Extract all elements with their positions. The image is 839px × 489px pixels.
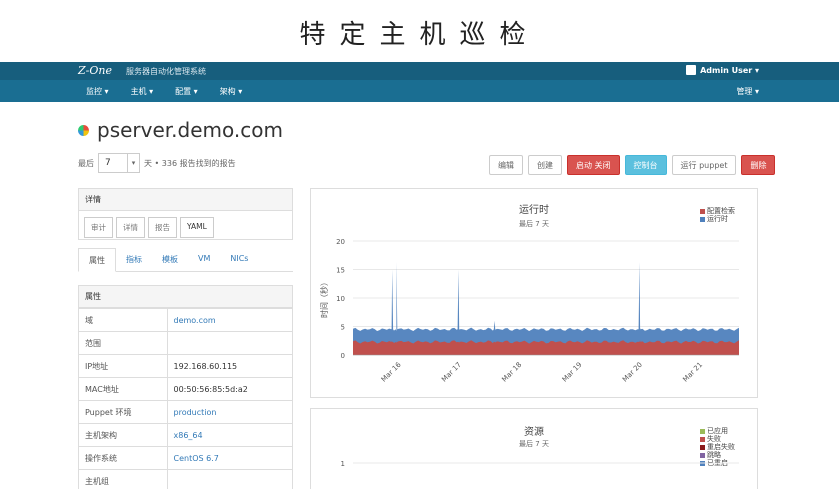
chevron-down-icon[interactable]: ▾ bbox=[128, 153, 140, 173]
resources-chart: 1 bbox=[341, 460, 739, 468]
slide-title: 特定主机巡检 bbox=[299, 20, 540, 50]
nav-monitor[interactable]: 监控 ▾ bbox=[86, 86, 109, 97]
app-name: 服务器自动化管理系统 bbox=[126, 67, 206, 76]
y-tick-label: 5 bbox=[341, 324, 345, 332]
x-tick-label: Mar 21 bbox=[681, 361, 704, 384]
power-button[interactable]: 启动 关闭 bbox=[567, 155, 620, 175]
table-row: 操作系统 CentOS 6.7 bbox=[79, 446, 292, 470]
user-name: Admin User ▾ bbox=[700, 65, 759, 75]
app-logo[interactable]: Z-One bbox=[78, 64, 112, 77]
y-tick-label: 10 bbox=[336, 295, 345, 303]
y-tick-label: 20 bbox=[336, 238, 345, 246]
nav-hosts[interactable]: 主机 ▾ bbox=[131, 86, 154, 97]
property-value bbox=[167, 331, 292, 355]
period-selector: 最后 7 ▾ 天 • 336 报告找到的报告 bbox=[78, 153, 236, 173]
table-row: 范围 bbox=[79, 331, 292, 355]
console-button[interactable]: 控制台 bbox=[624, 155, 667, 175]
x-tick-label: Mar 19 bbox=[561, 361, 584, 384]
user-menu[interactable]: Admin User ▾ bbox=[686, 65, 759, 75]
host-actions: 编辑 创建 启动 关闭 控制台 运行 puppet 删除 bbox=[489, 155, 776, 175]
properties-title: 属性 bbox=[79, 286, 292, 308]
x-tick-label: Mar 17 bbox=[440, 361, 463, 384]
y-tick-label: 1 bbox=[341, 460, 345, 468]
property-key: 操作系统 bbox=[79, 446, 168, 470]
delete-button[interactable]: 删除 bbox=[741, 155, 776, 175]
table-row: IP地址 192.168.60.115 bbox=[79, 354, 292, 378]
resources-chart-panel: 资源 最后 7 天 已应用 失败 重启失败 跳略 已重启 1 bbox=[310, 408, 758, 489]
property-key: MAC地址 bbox=[79, 377, 168, 401]
tab-properties[interactable]: 属性 bbox=[78, 248, 116, 272]
runtime-chart: 0 5 10 15 20 时间（秒） Mar 16 Mar 17 Mar 18 Mar 19 Mar… bbox=[319, 238, 739, 384]
tab-nics[interactable]: NICs bbox=[220, 248, 258, 271]
user-avatar-icon bbox=[686, 65, 697, 75]
host-name: pserver.demo.com bbox=[97, 118, 283, 142]
reports-button[interactable]: 报告 bbox=[148, 217, 177, 238]
runtime-chart-panel: 运行时 最后 7 天 配置检索 运行时 0 5 10 15 20 时间（秒） Mar 16 M… bbox=[310, 188, 758, 398]
period-summary: 天 • 336 报告找到的报告 bbox=[144, 158, 236, 168]
table-row: 域 demo.com bbox=[79, 308, 292, 332]
table-row: 主机组 bbox=[79, 469, 292, 489]
property-key: 主机架构 bbox=[79, 423, 168, 447]
audit-button[interactable]: 审计 bbox=[84, 217, 113, 238]
top-bar: Z-One 服务器自动化管理系统 Admin User ▾ bbox=[0, 62, 839, 80]
y-tick-label: 0 bbox=[341, 352, 345, 360]
x-tick-label: Mar 18 bbox=[500, 361, 523, 384]
details-panel: 详情 审计 详情 报告 YAML bbox=[78, 188, 293, 240]
clone-button[interactable]: 创建 bbox=[528, 155, 562, 175]
tab-metrics[interactable]: 指标 bbox=[116, 248, 152, 271]
property-key: 主机组 bbox=[79, 469, 168, 489]
property-key: 域 bbox=[79, 308, 168, 332]
host-header: pserver.demo.com bbox=[78, 118, 283, 142]
nav-admin[interactable]: 管理 ▾ bbox=[736, 86, 759, 97]
details-title: 详情 bbox=[79, 189, 292, 211]
x-tick-label: Mar 16 bbox=[380, 360, 403, 383]
table-row: MAC地址 00:50:56:85:5d:a2 bbox=[79, 377, 292, 401]
edit-button[interactable]: 编辑 bbox=[489, 155, 523, 175]
yaml-button[interactable]: YAML bbox=[180, 217, 214, 238]
property-value: 00:50:56:85:5d:a2 bbox=[167, 377, 292, 401]
property-key: 范围 bbox=[79, 331, 168, 355]
properties-table: 域 demo.com 范围 IP地址 192.168.60.115 MAC地址 00:… bbox=[79, 308, 292, 489]
property-key: Puppet 环境 bbox=[79, 400, 168, 424]
property-key: IP地址 bbox=[79, 354, 168, 378]
host-status-icon bbox=[78, 124, 89, 136]
nav-architecture[interactable]: 架构 ▾ bbox=[220, 86, 243, 97]
property-value-link[interactable]: demo.com bbox=[167, 308, 292, 332]
nav-config[interactable]: 配置 ▾ bbox=[175, 86, 198, 97]
y-axis-label: 时间（秒） bbox=[319, 278, 329, 318]
main-nav: 监控 ▾ 主机 ▾ 配置 ▾ 架构 ▾ 管理 ▾ bbox=[0, 80, 839, 102]
host-tabs: 属性 指标 模板 VM NICs bbox=[78, 248, 293, 272]
tab-vm[interactable]: VM bbox=[188, 248, 220, 271]
property-value: 192.168.60.115 bbox=[167, 354, 292, 378]
table-row: Puppet 环境 production bbox=[79, 400, 292, 424]
table-row: 主机架构 x86_64 bbox=[79, 423, 292, 447]
slide: 特定主机巡检 Z-One 服务器自动化管理系统 Admin User ▾ 监控 … bbox=[0, 0, 839, 489]
period-prefix: 最后 bbox=[78, 158, 94, 168]
period-days-input[interactable]: 7 bbox=[98, 153, 128, 173]
run-puppet-button[interactable]: 运行 puppet bbox=[671, 155, 737, 175]
property-value-link[interactable]: CentOS 6.7 bbox=[167, 446, 292, 470]
details-button[interactable]: 详情 bbox=[116, 217, 145, 238]
properties-panel: 属性 域 demo.com 范围 IP地址 192.168.60.115 MAC地址… bbox=[78, 285, 293, 489]
tab-templates[interactable]: 模板 bbox=[152, 248, 188, 271]
property-value-link[interactable]: x86_64 bbox=[167, 423, 292, 447]
series-area-runtime bbox=[353, 262, 739, 355]
y-tick-label: 15 bbox=[336, 267, 345, 275]
x-tick-label: Mar 20 bbox=[621, 361, 644, 384]
property-value-link[interactable]: production bbox=[167, 400, 292, 424]
property-value bbox=[167, 469, 292, 489]
